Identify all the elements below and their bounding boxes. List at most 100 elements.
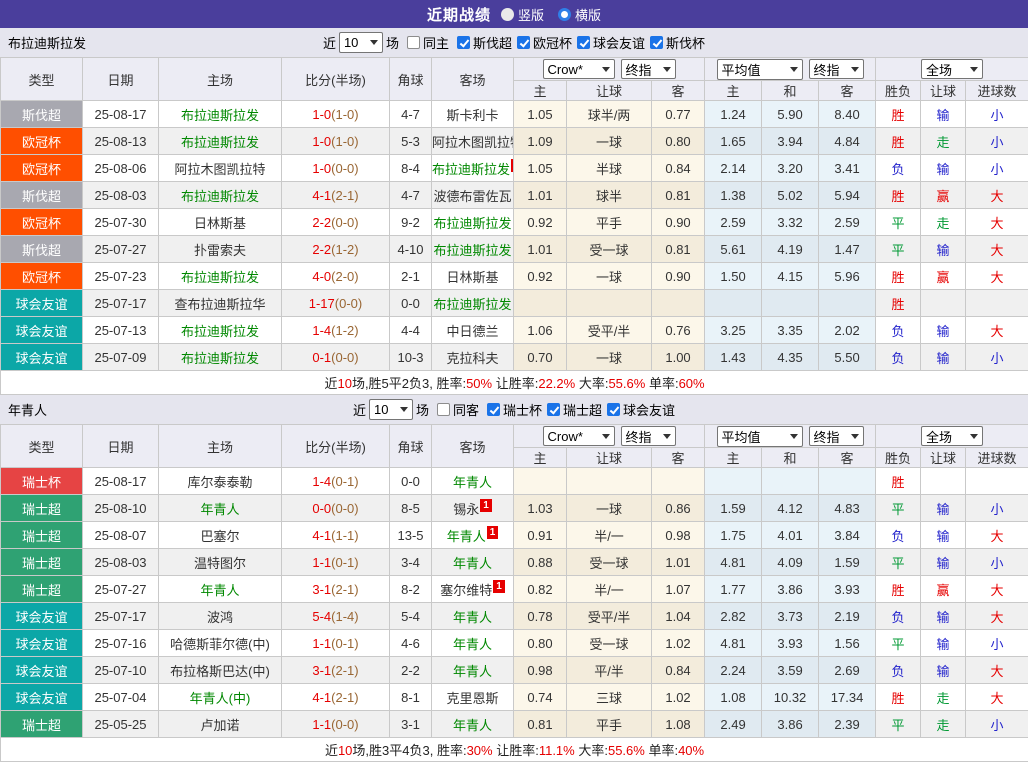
league-filter-checkbox[interactable]: 瑞士超 xyxy=(547,400,602,419)
bookmaker-stage-select[interactable]: 终指 xyxy=(621,426,676,446)
half-score: (0-0) xyxy=(335,296,362,311)
odds-handicap-cell: 受平/半 xyxy=(567,603,652,630)
odds-handicap-cell: 受一球 xyxy=(567,630,652,657)
subcol-avg-away: 客 xyxy=(819,81,876,101)
odds-handicap-cell: 一球 xyxy=(567,344,652,371)
team-name-text: 克里恩斯 xyxy=(446,691,498,706)
match-row: 斯伐超25-08-17布拉迪斯拉发1-0(1-0)4-7斯卡利卡1.05球半/两… xyxy=(1,101,1028,128)
date-cell: 25-08-17 xyxy=(83,468,159,495)
half-score: (1-0) xyxy=(331,134,358,149)
odds-handicap-cell xyxy=(567,290,652,317)
chevron-down-icon xyxy=(602,67,610,72)
scope-select[interactable]: 全场 xyxy=(921,59,983,79)
checkbox-icon xyxy=(547,403,560,416)
chevron-down-icon xyxy=(970,67,978,72)
avg-away-cell: 8.40 xyxy=(819,101,876,128)
select-value: 全场 xyxy=(926,427,965,446)
full-score: 4-0 xyxy=(312,269,331,284)
full-score: 0-1 xyxy=(312,350,331,365)
date-cell: 25-07-17 xyxy=(83,290,159,317)
half-score: (1-4) xyxy=(331,609,358,624)
odds-home-cell: 0.92 xyxy=(514,263,567,290)
avg-home-cell: 1.24 xyxy=(705,101,762,128)
result-cell: 胜 xyxy=(876,101,921,128)
bookmaker-select[interactable]: Crow* xyxy=(543,59,615,79)
col-header-away: 客场 xyxy=(432,58,514,101)
match-count-select[interactable]: 10 xyxy=(369,399,413,420)
score-cell: 0-1(0-0) xyxy=(282,344,390,371)
corners-cell: 4-4 xyxy=(390,317,432,344)
average-select[interactable]: 平均值 xyxy=(717,59,803,80)
avg-away-cell xyxy=(819,290,876,317)
average-stage-select[interactable]: 终指 xyxy=(809,426,864,446)
away-team-cell: 中日德兰 xyxy=(432,317,514,344)
select-value: Crow* xyxy=(548,62,597,77)
odds-home-cell: 0.74 xyxy=(514,684,567,711)
summary-part: 50% xyxy=(466,376,492,391)
home-team-cell: 布拉格斯巴达(中) xyxy=(159,657,282,684)
scope-select[interactable]: 全场 xyxy=(921,426,983,446)
average-stage-select[interactable]: 终指 xyxy=(809,59,864,79)
results-table: 类型 日期 主场 比分(半场) 角球 客场 Crow*终指 平均值终指 全场 主… xyxy=(0,57,1028,395)
avg-draw-cell: 10.32 xyxy=(762,684,819,711)
team-name-text: 锡永 xyxy=(453,502,479,517)
team-name-text: 年青人 xyxy=(453,556,492,571)
col-header-home: 主场 xyxy=(159,425,282,468)
odds-away-cell: 1.08 xyxy=(652,711,705,738)
away-team-cell: 波德布雷佐瓦 xyxy=(432,182,514,209)
subcol-avg-away: 客 xyxy=(819,448,876,468)
same-venue-checkbox[interactable]: 同主 xyxy=(407,33,449,52)
league-filter-checkbox[interactable]: 欧冠杯 xyxy=(517,33,572,52)
handicap-result-cell: 输 xyxy=(921,317,966,344)
checkbox-icon xyxy=(407,36,420,49)
goals-result-cell: 大 xyxy=(966,182,1028,209)
league-filter-checkbox[interactable]: 斯伐超 xyxy=(457,33,512,52)
score-cell: 0-0(0-0) xyxy=(282,495,390,522)
home-team-cell: 阿拉木图凯拉特 xyxy=(159,155,282,182)
league-filter-checkbox[interactable]: 斯伐杯 xyxy=(650,33,705,52)
avg-home-cell: 2.82 xyxy=(705,603,762,630)
team-name-text: 阿拉木图凯拉特 xyxy=(174,162,265,177)
match-rows: 斯伐超25-08-17布拉迪斯拉发1-0(1-0)4-7斯卡利卡1.05球半/两… xyxy=(1,101,1028,371)
odds-handicap-cell: 受平/半 xyxy=(567,317,652,344)
same-venue-checkbox[interactable]: 同客 xyxy=(437,400,479,419)
half-score: (2-1) xyxy=(331,188,358,203)
league-filter-checkbox[interactable]: 球会友谊 xyxy=(607,400,675,419)
date-cell: 25-08-07 xyxy=(83,522,159,549)
summary-part: 近 xyxy=(325,743,338,758)
summary-part: 55.6% xyxy=(608,376,645,391)
col-header-score: 比分(半场) xyxy=(282,58,390,101)
odds-home-cell: 1.03 xyxy=(514,495,567,522)
goals-result-cell: 小 xyxy=(966,344,1028,371)
subcol-avg-draw: 和 xyxy=(762,81,819,101)
odds-away-cell: 0.76 xyxy=(652,317,705,344)
home-team-cell: 库尔泰泰勒 xyxy=(159,468,282,495)
layout-radio-horizontal[interactable]: 横版 xyxy=(558,5,601,24)
full-score: 4-1 xyxy=(312,188,331,203)
match-count-select[interactable]: 10 xyxy=(339,32,383,53)
league-filter-checkbox[interactable]: 球会友谊 xyxy=(577,33,645,52)
bookmaker-stage-select[interactable]: 终指 xyxy=(621,59,676,79)
league-filter-checkbox[interactable]: 瑞士杯 xyxy=(487,400,542,419)
away-team-cell: 布拉迪斯拉发1 xyxy=(432,155,514,182)
team-name-text: 温特图尔 xyxy=(194,556,246,571)
bookmaker-select[interactable]: Crow* xyxy=(543,426,615,446)
corners-cell: 4-7 xyxy=(390,101,432,128)
summary-part: 10 xyxy=(338,743,352,758)
league-cell: 瑞士超 xyxy=(1,495,83,522)
avg-home-cell: 1.43 xyxy=(705,344,762,371)
match-row: 球会友谊25-07-13布拉迪斯拉发1-4(1-2)4-4中日德兰1.06受平/… xyxy=(1,317,1028,344)
goals-result-cell: 大 xyxy=(966,317,1028,344)
odds-handicap-cell: 平/半 xyxy=(567,657,652,684)
match-row: 球会友谊25-07-10布拉格斯巴达(中)3-1(2-1)2-2年青人0.98平… xyxy=(1,657,1028,684)
result-cell: 平 xyxy=(876,495,921,522)
away-team-cell: 年青人1 xyxy=(432,522,514,549)
avg-away-cell: 3.93 xyxy=(819,576,876,603)
red-card-badge: 1 xyxy=(480,499,492,512)
layout-radio-vertical[interactable]: 竖版 xyxy=(501,5,544,24)
handicap-result-cell xyxy=(921,290,966,317)
average-select-group: 平均值终指 xyxy=(705,425,876,448)
league-cell: 瑞士超 xyxy=(1,549,83,576)
handicap-result-cell: 走 xyxy=(921,209,966,236)
average-select[interactable]: 平均值 xyxy=(717,426,803,447)
